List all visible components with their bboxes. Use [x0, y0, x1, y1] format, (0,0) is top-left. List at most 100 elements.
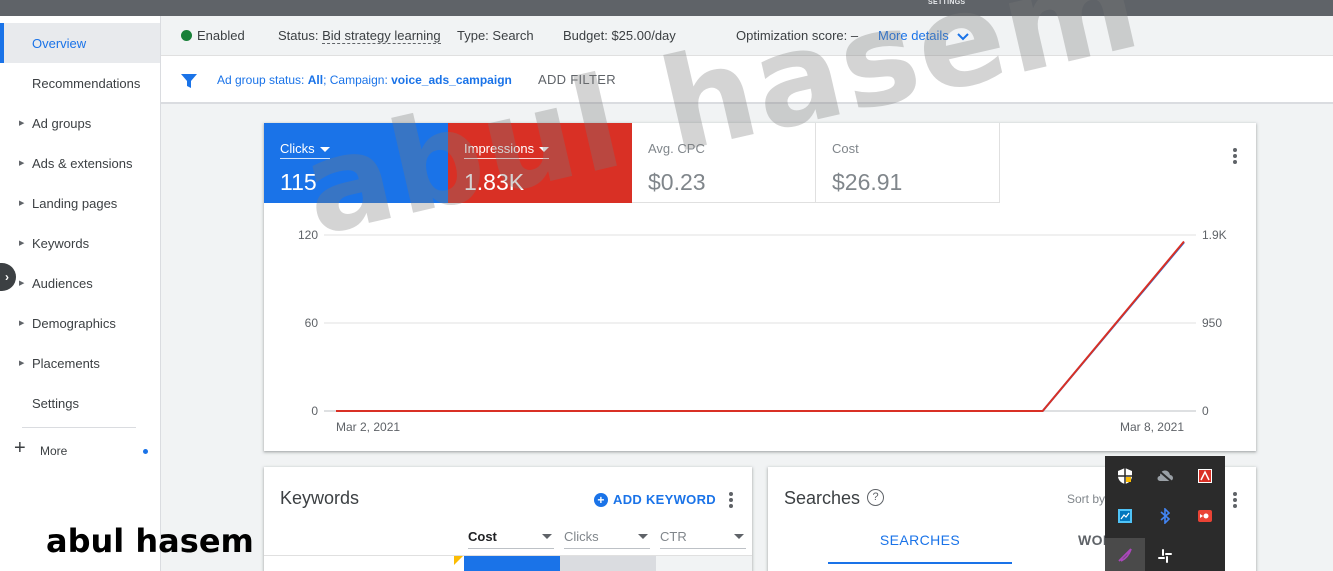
sidebar-item-recommendations[interactable]: Recommendations [0, 63, 160, 103]
budget-label: Budget: [563, 28, 608, 43]
chart-menu-icon[interactable] [1233, 148, 1237, 166]
metric-clicks-label: Clicks [280, 141, 315, 156]
ctr-column-bar [656, 556, 752, 571]
metric-clicks[interactable]: Clicks 115 [264, 123, 448, 203]
budget-field: Budget: $25.00/day [563, 28, 676, 43]
performance-chart-card: Clicks 115 Impressions 1.83K Avg. CPC $0… [264, 123, 1256, 451]
expand-arrow-icon: ▶ [19, 120, 25, 127]
caret-down-icon [734, 534, 744, 539]
chevron-down-icon [957, 32, 970, 40]
metric-cost-label: Cost [832, 141, 859, 156]
metric-impressions-dropdown[interactable]: Impressions [464, 141, 550, 159]
expand-arrow-icon: ▶ [19, 160, 25, 167]
active-filter-chip[interactable]: Ad group status: All; Campaign: voice_ad… [217, 73, 512, 87]
column-select-clicks[interactable]: Clicks [564, 529, 650, 549]
top-bar: SETTINGS [0, 0, 1333, 16]
plus-icon[interactable]: + [14, 437, 26, 460]
type-label: Type: [457, 28, 489, 43]
type-field: Type: Search [457, 28, 534, 43]
sidebar-item-ad-groups[interactable]: ▶ Ad groups [0, 103, 160, 143]
sidebar-item-keywords[interactable]: ▶ Keywords [0, 223, 160, 263]
cloud-offline-icon[interactable] [1155, 466, 1175, 486]
sidebar-divider [22, 427, 136, 428]
x-tick-label: Mar 2, 2021 [336, 420, 400, 434]
metric-clicks-dropdown[interactable]: Clicks [280, 141, 330, 159]
column-select-ctr[interactable]: CTR [660, 529, 746, 549]
sort-indicator-icon [454, 556, 463, 565]
optimization-score-value: – [850, 28, 859, 43]
shield-icon[interactable] [1115, 466, 1135, 486]
column-select-cost[interactable]: Cost [468, 529, 554, 549]
column-select-clicks-label: Clicks [564, 529, 599, 544]
screen-recorder-icon[interactable] [1195, 506, 1215, 526]
sort-by-label[interactable]: Sort by [1067, 492, 1105, 506]
feather-pen-icon[interactable] [1105, 538, 1145, 571]
sidebar-item-overview[interactable]: Overview [0, 23, 160, 63]
expand-arrow-icon: ▶ [19, 280, 25, 287]
y-left-tick-label: 0 [311, 404, 318, 418]
add-filter-button[interactable]: ADD FILTER [538, 72, 616, 87]
sidebar-item-label: Recommendations [32, 75, 141, 91]
column-select-cost-label: Cost [468, 529, 497, 544]
help-icon[interactable]: ? [867, 489, 884, 506]
y-left-tick-label: 60 [305, 316, 319, 330]
sidebar-item-demographics[interactable]: ▶ Demographics [0, 303, 160, 343]
plus-circle-icon: + [594, 492, 608, 507]
network-monitor-icon[interactable] [1115, 506, 1135, 526]
y-right-tick-label: 0 [1202, 404, 1209, 418]
sidebar-item-label: Keywords [32, 235, 90, 251]
series-line-impressions [336, 240, 1185, 412]
pdf-icon[interactable] [1195, 466, 1215, 486]
filter-icon[interactable] [180, 72, 198, 90]
filter-value-all: All [307, 73, 324, 87]
filter-prefix-campaign: ; Campaign: [323, 73, 392, 87]
optimization-score-label: Optimization score: [736, 28, 848, 43]
slack-icon[interactable] [1155, 546, 1175, 566]
x-tick-label: Mar 8, 2021 [1120, 420, 1184, 434]
sidebar-more-label[interactable]: More [40, 444, 67, 458]
watermark-caption: abul hasem [46, 522, 254, 560]
metric-avg-cpc-value: $0.23 [648, 169, 706, 195]
expand-arrow-icon: ▶ [19, 360, 25, 367]
system-tray-overflow [1105, 456, 1225, 571]
y-right-tick-label: 1.9K [1202, 228, 1227, 242]
status-value[interactable]: Bid strategy learning [322, 28, 441, 44]
expand-arrow-icon: ▶ [19, 200, 25, 207]
clicks-column-bar [560, 556, 656, 571]
settings-tab-label[interactable]: SETTINGS [928, 0, 965, 6]
sidebar-item-audiences[interactable]: ▶ Audiences [0, 263, 160, 303]
sidebar-item-placements[interactable]: ▶ Placements [0, 343, 160, 383]
status-label: Status: [278, 28, 319, 43]
sidebar-nav: + More Overview Recommendations ▶ Ad groups… [0, 16, 161, 571]
metric-impressions[interactable]: Impressions 1.83K [448, 123, 632, 203]
metric-avg-cpc[interactable]: Avg. CPC $0.23 [632, 123, 816, 203]
expand-arrow-icon: ▶ [19, 320, 25, 327]
tab-searches[interactable]: SEARCHES [828, 532, 1012, 564]
cost-column-bar [464, 556, 560, 571]
sidebar-item-label: Placements [32, 355, 100, 371]
optimization-score-field: Optimization score: – [736, 28, 858, 43]
keywords-menu-icon[interactable] [729, 492, 733, 510]
sidebar-item-settings[interactable]: Settings [0, 383, 160, 423]
keywords-card-title: Keywords [280, 488, 360, 508]
expand-arrow-icon: ▶ [19, 240, 25, 247]
budget-value[interactable]: $25.00/day [611, 28, 675, 43]
chart-ticks: 0 60 120 0 950 1.9K Mar 2, 2021 Mar 8, 2021 [298, 228, 1227, 434]
sidebar-item-label: Ad groups [32, 115, 92, 131]
sidebar-item-label: Landing pages [32, 195, 118, 211]
more-details-link[interactable]: More details [878, 28, 970, 43]
status-field: Status: Bid strategy learning [278, 28, 441, 44]
metric-clicks-value: 115 [280, 169, 317, 195]
enabled-status-text[interactable]: Enabled [197, 28, 245, 43]
series-line-clicks [336, 241, 1185, 412]
add-keyword-label: ADD KEYWORD [613, 492, 716, 507]
metric-cost[interactable]: Cost $26.91 [816, 123, 1000, 203]
metric-impressions-label: Impressions [464, 141, 535, 156]
searches-menu-icon[interactable] [1233, 492, 1237, 510]
bluetooth-icon[interactable] [1155, 506, 1175, 526]
caret-down-icon [539, 147, 550, 153]
sidebar-item-ads-extensions[interactable]: ▶ Ads & extensions [0, 143, 160, 183]
sidebar-item-landing-pages[interactable]: ▶ Landing pages [0, 183, 160, 223]
add-keyword-button[interactable]: + ADD KEYWORD [594, 492, 716, 507]
sidebar-item-label: Demographics [32, 315, 116, 331]
